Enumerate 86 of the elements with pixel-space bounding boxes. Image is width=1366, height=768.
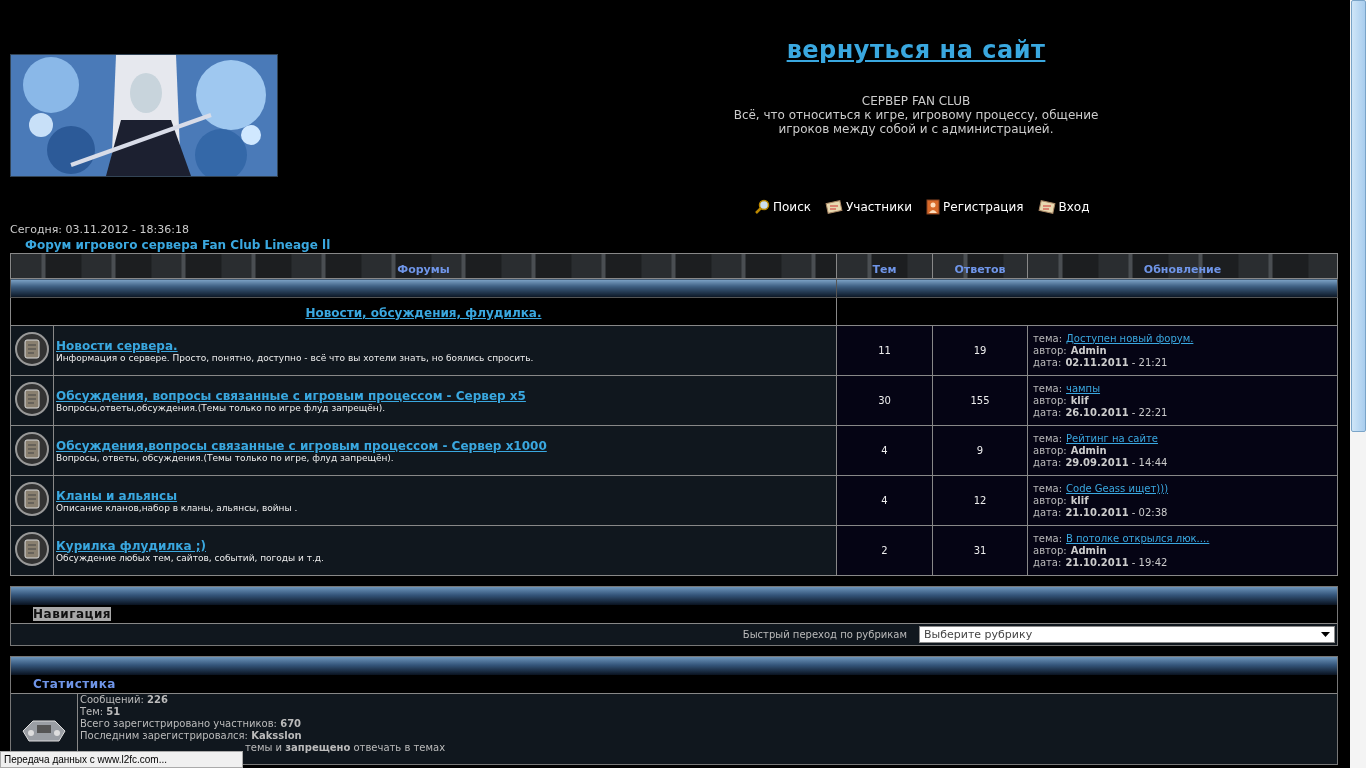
scroll-icon <box>1037 199 1056 215</box>
scroll-icon <box>825 199 843 215</box>
statistics-line: Сообщений: 226 <box>80 694 168 706</box>
status-bar: Передача данных с www.l2fc.com... <box>0 751 243 768</box>
topic-link[interactable]: Доступен новый форум. <box>1066 332 1194 345</box>
forum-link[interactable]: Обсуждения,вопросы связанные с игровым процессом - Сервер x1000 <box>56 438 836 453</box>
topic-link[interactable]: Рейтинг на сайте <box>1066 432 1158 445</box>
author-label: автор: <box>1033 544 1067 557</box>
topic-label: тема: <box>1033 432 1063 445</box>
nav-link[interactable]: Вход <box>1037 199 1090 215</box>
column-header: Обновление <box>1027 253 1338 279</box>
topic-label: тема: <box>1033 332 1063 345</box>
author-label: автор: <box>1033 344 1067 357</box>
date-label: дата: <box>1033 506 1062 519</box>
forum-icon <box>15 481 49 516</box>
post-date: 02.11.2011 - 21:21 <box>1065 356 1168 369</box>
topic-link[interactable]: чампы <box>1066 382 1101 395</box>
topic-count: 11 <box>878 345 891 356</box>
date-label: дата: <box>1033 456 1062 469</box>
forum-icon <box>15 531 49 566</box>
topic-link[interactable]: Code Geass ищет))) <box>1066 482 1169 495</box>
author-name: klif <box>1070 394 1089 407</box>
forum-link[interactable]: Кланы и альянсы <box>56 488 836 503</box>
dropdown-icon <box>1321 632 1330 637</box>
author-name: Admin <box>1070 444 1107 457</box>
nav-link[interactable]: Участники <box>825 199 913 215</box>
topic-label: тема: <box>1033 532 1063 545</box>
topic-link[interactable]: В потолке открылся люк.... <box>1066 532 1210 545</box>
author-name: klif <box>1070 494 1089 507</box>
nav-link[interactable]: Регистрация <box>926 199 1024 215</box>
home-link[interactable]: вернуться на сайт <box>786 36 1046 64</box>
forum-icon <box>15 331 49 366</box>
forum-link[interactable]: Курилка флудилка ;) <box>56 538 836 553</box>
site-description: Всё, что относиться к игре, игровому процессу, общение <box>733 108 1099 122</box>
statistics-line: темы и запрещено отвечать в темах <box>245 742 446 754</box>
forum-link[interactable]: Новости сервера. <box>56 338 836 353</box>
date-label: дата: <box>1033 356 1062 369</box>
topic-count: 4 <box>881 495 888 506</box>
topic-label: тема: <box>1033 482 1063 495</box>
forum-title[interactable]: Форум игрового сервера Fan Club Lineage ll <box>25 238 1338 252</box>
nav-link[interactable]: Поиск <box>754 199 811 215</box>
forum-description: Вопросы,ответы,обсуждения.(Темы только по игре флуд запрещён). <box>56 402 386 413</box>
site-description: игроков между собой и с администрацией. <box>777 122 1055 136</box>
quick-jump-label: Быстрый переход по рубрикам <box>742 629 907 640</box>
author-label: автор: <box>1033 494 1067 507</box>
current-date: Сегодня: 03.11.2012 - 18:36:18 <box>10 223 190 236</box>
date-label: дата: <box>1033 406 1062 419</box>
post-date: 29.09.2011 - 14:44 <box>1065 456 1168 469</box>
search-icon <box>754 199 770 215</box>
statistics-line: Последним зарегистрировался: Kaksslon <box>80 730 302 742</box>
column-header: Ответов <box>932 253 1028 279</box>
topic-count: 30 <box>878 395 891 406</box>
topic-count: 4 <box>881 445 888 456</box>
column-header: Тем <box>836 253 933 279</box>
reply-count: 12 <box>973 495 987 506</box>
forum-icon <box>15 381 49 416</box>
reply-count: 19 <box>973 345 987 356</box>
date-label: дата: <box>1033 556 1062 569</box>
reply-count: 155 <box>970 395 990 406</box>
forum-description: Вопросы, ответы, обсуждения.(Темы только по игре, флуд запрещён). <box>56 452 394 463</box>
reply-count: 9 <box>976 445 984 456</box>
forum-icon <box>15 431 49 466</box>
author-name: Admin <box>1070 344 1107 357</box>
section-title: Статистика <box>33 677 116 691</box>
statistics-line: Всего зарегистрировано участников: 670 <box>80 718 302 730</box>
post-date: 21.10.2011 - 19:42 <box>1065 556 1168 569</box>
topic-label: тема: <box>1033 382 1063 395</box>
section-title: Навигация <box>33 607 112 621</box>
author-name: Admin <box>1070 544 1107 557</box>
post-date: 21.10.2011 - 02:38 <box>1065 506 1168 519</box>
scrollbar[interactable] <box>1350 0 1366 768</box>
column-header: Форумы <box>10 253 837 279</box>
statistics-line: Тем: 51 <box>80 706 121 718</box>
forum-description: Обсуждение любых тем, сайтов, событий, погоды и т.д. <box>56 552 325 563</box>
site-description: СЕРВЕР FAN CLUB <box>860 94 972 108</box>
person-icon <box>926 199 941 215</box>
reply-count: 31 <box>973 545 987 556</box>
category-link[interactable]: Новости, обсуждения, флудилка. <box>305 306 542 320</box>
forum-description: Описание кланов,набор в кланы, альянсы, войны . <box>56 502 299 513</box>
author-label: автор: <box>1033 444 1067 457</box>
post-date: 26.10.2011 - 22:21 <box>1065 406 1168 419</box>
forum-description: Информация о сервере. Просто, понятно, доступно - всё что вы хотели знать, но боялись спросить. <box>56 352 535 363</box>
author-label: автор: <box>1033 394 1067 407</box>
forum-link[interactable]: Обсуждения, вопросы связанные с игровым процессом - Сервер x5 <box>56 388 836 403</box>
category-select[interactable]: Выберите рубрику <box>919 626 1335 643</box>
topic-count: 2 <box>881 545 888 556</box>
